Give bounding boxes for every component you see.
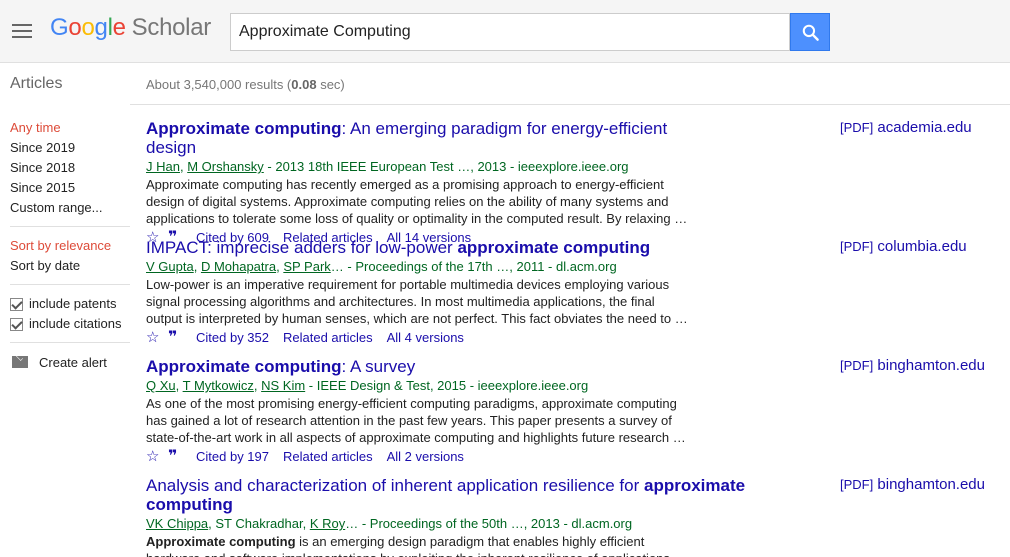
filter-since-2019[interactable]: Since 2019	[10, 138, 130, 158]
filter-custom-range[interactable]: Custom range...	[10, 198, 130, 218]
author-link[interactable]: SP Park	[283, 259, 330, 274]
search-result: Approximate computing: An emerging parad…	[146, 119, 706, 247]
result-title-link[interactable]: Approximate computing: An emerging parad…	[146, 119, 706, 157]
pdf-domain: academia.edu	[877, 119, 972, 136]
result-source: … - Proceedings of the 17th …, 2011 - dl…	[330, 259, 617, 274]
logo-letter: o	[68, 14, 82, 41]
logo-letter: G	[50, 14, 69, 41]
filter-any-time[interactable]: Any time	[10, 118, 130, 138]
include-citations-label: include citations	[29, 316, 122, 331]
author-link[interactable]: V Gupta	[146, 259, 194, 274]
cited-by-link[interactable]: Cited by 197	[196, 448, 269, 466]
divider	[10, 226, 130, 227]
count-suffix: sec)	[316, 77, 345, 92]
sort-by-relevance[interactable]: Sort by relevance	[10, 236, 130, 256]
all-versions-link[interactable]: All 4 versions	[387, 329, 464, 347]
pdf-link[interactable]: [PDF] binghamton.edu	[840, 476, 985, 493]
star-icon[interactable]: ☆	[146, 448, 168, 466]
logo-scholar-text: Scholar	[131, 14, 212, 41]
search-result: Approximate computing: A survey Q Xu, T …	[146, 357, 706, 466]
author-link[interactable]: T Mytkowicz	[183, 378, 254, 393]
pdf-tag: [PDF]	[840, 477, 874, 492]
result-title-link[interactable]: Approximate computing: A survey	[146, 357, 706, 376]
search-icon	[802, 24, 819, 41]
sidebar: Any time Since 2019 Since 2018 Since 201…	[10, 118, 130, 372]
quote-icon[interactable]: ❞	[168, 448, 196, 466]
result-snippet: Low-power is an imperative requirement f…	[146, 277, 688, 326]
result-source: … - Proceedings of the 50th …, 2013 - dl…	[345, 516, 633, 531]
result-snippet: As one of the most promising energy-effi…	[146, 396, 686, 445]
filter-since-2018[interactable]: Since 2018	[10, 158, 130, 178]
pdf-domain: binghamton.edu	[877, 357, 985, 374]
result-snippet: Approximate computing is an emerging des…	[146, 534, 670, 557]
checkbox-icon[interactable]	[10, 297, 23, 311]
google-scholar-logo[interactable]: Google Scholar	[50, 14, 211, 42]
search-result: Analysis and characterization of inheren…	[146, 476, 756, 557]
pdf-domain: binghamton.edu	[877, 476, 985, 493]
pdf-link[interactable]: [PDF] academia.edu	[840, 119, 972, 136]
create-alert-label: Create alert	[39, 354, 107, 370]
result-source: , ST Chakradhar,	[208, 516, 310, 531]
result-title-link[interactable]: Analysis and characterization of inheren…	[146, 476, 756, 514]
result-authors: Q Xu, T Mytkowicz, NS Kim - IEEE Design …	[146, 378, 589, 393]
menu-icon[interactable]	[12, 24, 32, 38]
result-snippet: Approximate computing has recently emerg…	[146, 177, 688, 226]
pdf-link[interactable]: [PDF] binghamton.edu	[840, 357, 985, 374]
result-actions: ☆ ❞ Cited by 197 Related articles All 2 …	[146, 448, 706, 466]
pdf-link[interactable]: [PDF] columbia.edu	[840, 238, 967, 255]
create-alert-button[interactable]: Create alert	[10, 352, 130, 372]
author-link[interactable]: M Orshansky	[187, 159, 264, 174]
result-authors: V Gupta, D Mohapatra, SP Park… - Proceed…	[146, 259, 617, 274]
result-source: - IEEE Design & Test, 2015 - ieeexplore.…	[305, 378, 589, 393]
top-bar: Google Scholar Approximate Computing	[0, 0, 1010, 63]
logo-letter: e	[112, 14, 126, 41]
include-patents-label: include patents	[29, 296, 117, 311]
author-link[interactable]: Q Xu	[146, 378, 176, 393]
all-versions-link[interactable]: All 2 versions	[387, 448, 464, 466]
author-link[interactable]: D Mohapatra	[201, 259, 276, 274]
pdf-tag: [PDF]	[840, 358, 874, 373]
result-authors: J Han, M Orshansky - 2013 18th IEEE Euro…	[146, 159, 629, 174]
search-result: IMPACT: imprecise adders for low-power a…	[146, 238, 706, 347]
star-icon[interactable]: ☆	[146, 329, 168, 347]
cited-by-link[interactable]: Cited by 352	[196, 329, 269, 347]
author-link[interactable]: K Roy	[310, 516, 345, 531]
related-articles-link[interactable]: Related articles	[283, 329, 373, 347]
include-citations-checkbox[interactable]: include citations	[10, 314, 130, 334]
pdf-tag: [PDF]	[840, 239, 874, 254]
articles-label[interactable]: Articles	[10, 75, 62, 93]
divider	[130, 104, 1010, 105]
divider	[10, 284, 130, 285]
related-articles-link[interactable]: Related articles	[283, 448, 373, 466]
search-button[interactable]	[790, 13, 830, 51]
result-authors: VK Chippa, ST Chakradhar, K Roy… - Proce…	[146, 515, 756, 533]
result-count: About 3,540,000 results (0.08 sec)	[146, 77, 345, 92]
author-link[interactable]: VK Chippa	[146, 516, 208, 531]
checkbox-icon[interactable]	[10, 317, 23, 331]
logo-letter: g	[94, 14, 108, 41]
sort-by-date[interactable]: Sort by date	[10, 256, 130, 276]
mail-icon	[12, 356, 28, 368]
result-title-link[interactable]: IMPACT: imprecise adders for low-power a…	[146, 238, 706, 257]
search-input[interactable]: Approximate Computing	[230, 13, 790, 51]
author-link[interactable]: NS Kim	[261, 378, 305, 393]
pdf-domain: columbia.edu	[877, 238, 967, 255]
author-link[interactable]: J Han	[146, 159, 180, 174]
count-prefix: About 3,540,000 results (	[146, 77, 292, 92]
include-patents-checkbox[interactable]: include patents	[10, 294, 130, 314]
quote-icon[interactable]: ❞	[168, 329, 196, 347]
result-source: - 2013 18th IEEE European Test …, 2013 -…	[263, 159, 629, 174]
divider	[10, 342, 130, 343]
result-actions: ☆ ❞ Cited by 352 Related articles All 4 …	[146, 329, 706, 347]
logo-letter: o	[81, 14, 95, 41]
pdf-tag: [PDF]	[840, 120, 874, 135]
filter-since-2015[interactable]: Since 2015	[10, 178, 130, 198]
count-time: 0.08	[291, 77, 317, 92]
